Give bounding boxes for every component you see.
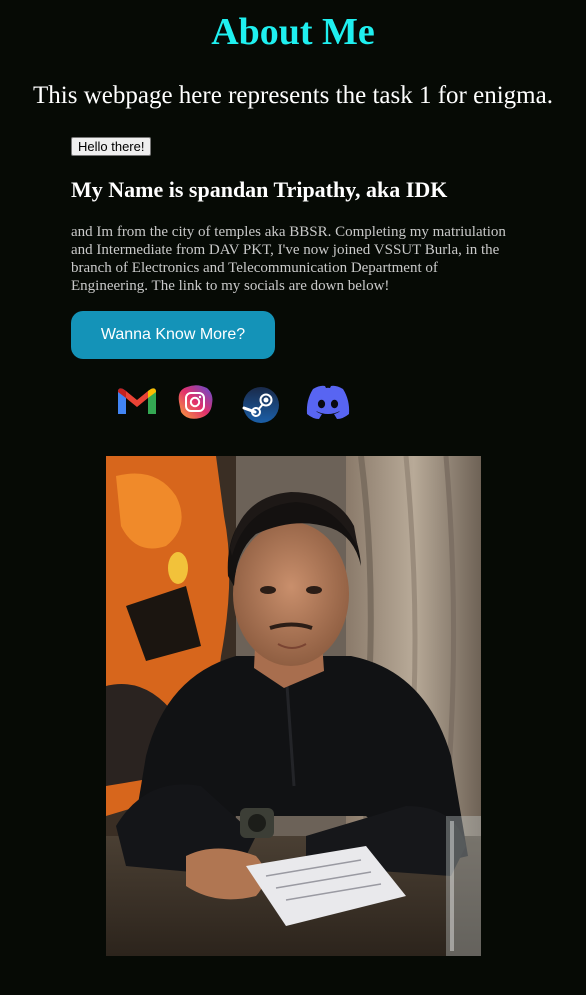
discord-icon bbox=[306, 385, 350, 419]
name-heading: My Name is spandan Tripathy, aka IDK bbox=[71, 177, 448, 202]
steam-icon bbox=[242, 387, 279, 423]
page-subtitle: This webpage here represents the task 1 … bbox=[33, 82, 553, 109]
page-title: About Me bbox=[211, 11, 375, 53]
discord-link[interactable] bbox=[303, 383, 353, 426]
instagram-link[interactable] bbox=[175, 382, 215, 427]
bio-paragraph: and Im from the city of temples aka BBSR… bbox=[71, 224, 506, 294]
hello-button[interactable]: Hello there! bbox=[71, 137, 152, 156]
steam-link[interactable] bbox=[242, 386, 280, 429]
gmail-link[interactable] bbox=[116, 384, 158, 423]
instagram-icon bbox=[178, 385, 213, 419]
profile-photo bbox=[106, 456, 481, 956]
know-more-button[interactable]: Wanna Know More? bbox=[71, 311, 275, 359]
gmail-icon bbox=[118, 388, 156, 414]
profile-photo-illustration bbox=[106, 456, 481, 956]
